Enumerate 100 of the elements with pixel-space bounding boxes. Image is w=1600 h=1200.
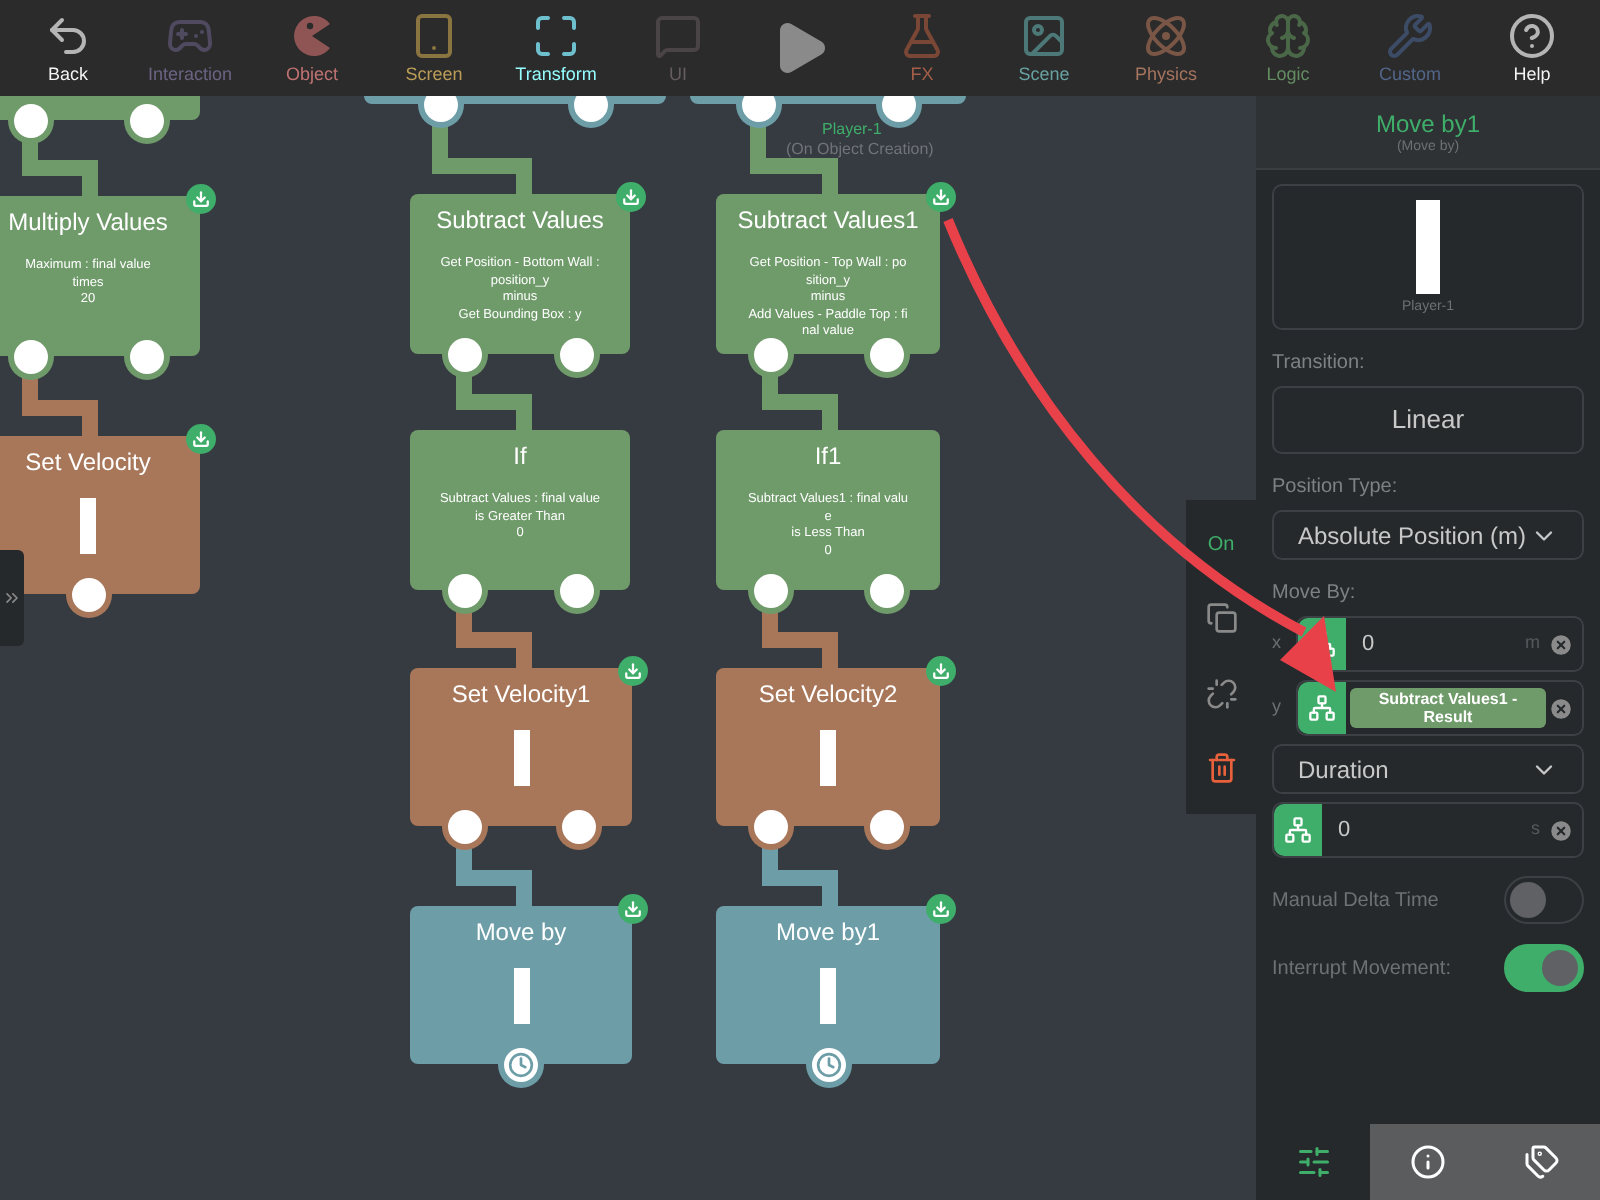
toolbar-button[interactable]: Physics [1106,0,1226,96]
clear-icon[interactable] [1548,817,1574,843]
toolbar-button[interactable]: Interaction [130,0,250,96]
toolbar-button[interactable]: Logic [1228,0,1348,96]
clock-icon [815,1051,841,1077]
flask-icon [898,11,946,59]
connection-port[interactable] [129,103,163,137]
export-badge[interactable] [926,182,956,212]
node-title: Subtract Values1 [737,204,919,236]
connection-port[interactable] [423,96,457,121]
field-label: Transition: [1272,350,1367,378]
logic-node[interactable]: Set Velocity1 [410,668,632,826]
dropdown[interactable]: Absolute Position (m) [1272,510,1584,560]
axis-label: y [1272,694,1283,721]
linked-value-chip[interactable]: Subtract Values1 - Result [1350,688,1546,728]
export-badge[interactable] [618,656,648,686]
connection-port[interactable] [869,337,903,371]
download-icon [192,190,210,208]
download-icon [624,900,642,918]
node-title: Set Velocity [25,446,151,478]
connection-port[interactable] [753,809,787,843]
transition-button[interactable]: Linear [1272,386,1584,454]
sprite-thumbnail [80,498,96,554]
toolbar-button[interactable]: Custom [1350,0,1470,96]
download-icon [192,430,210,448]
toolbar-button[interactable]: Transform [496,0,616,96]
export-badge[interactable] [618,894,648,924]
node-subcaption: (On Object Creation) [786,140,934,160]
unlink-icon[interactable] [1205,677,1237,710]
panel-tab[interactable] [1485,1124,1600,1200]
brain-icon [1264,11,1312,59]
connection-port[interactable] [559,573,593,607]
connection-port[interactable] [881,96,915,121]
connection-port[interactable] [561,809,595,843]
connection-port[interactable] [869,809,903,843]
export-badge[interactable] [186,184,216,214]
logic-node[interactable]: Move by1 [716,906,940,1064]
toggle-switch[interactable] [1504,876,1584,924]
node-title: Multiply Values [8,206,168,238]
node-title: Move by1 [775,916,881,948]
field-label: Position Type: [1272,474,1400,502]
toolbar-button[interactable]: FX [862,0,982,96]
node-title: Subtract Values [436,204,604,236]
atom-icon [1142,11,1190,59]
toolbar-button[interactable]: Help [1472,0,1592,96]
clear-icon[interactable] [1548,631,1574,657]
export-badge[interactable] [926,656,956,686]
trash-icon[interactable] [1205,752,1237,785]
node-title: Set Velocity1 [451,678,591,710]
connection-port[interactable] [71,577,105,611]
panel-tab[interactable] [1370,1124,1486,1200]
toggle-label: Manual Delta Time [1272,887,1439,915]
toolbar-button[interactable]: Object [252,0,372,96]
speech-bubble-icon [654,11,702,59]
copy-icon[interactable] [1205,602,1237,635]
export-badge[interactable] [186,424,216,454]
sidebar-handle[interactable] [0,550,24,646]
connection-port[interactable] [573,96,607,121]
connection-port[interactable] [741,96,775,121]
clear-icon[interactable] [1548,695,1574,721]
logic-node[interactable]: Set Velocity [0,436,200,594]
connection-port[interactable] [869,573,903,607]
connection-port[interactable] [13,339,47,373]
value-text: 0 [1338,815,1351,846]
connection-port[interactable] [129,339,163,373]
connection-port[interactable] [559,337,593,371]
connection-port[interactable] [753,337,787,371]
chevron-icon [2,588,22,608]
toolbar-button[interactable]: Back [8,0,128,96]
logic-node[interactable]: Set Velocity2 [716,668,940,826]
download-icon [624,662,642,680]
timer-port[interactable] [504,1047,538,1081]
value-field[interactable]: Subtract Values1 - Result [1296,680,1584,736]
toolbar-button[interactable]: UI [618,0,738,96]
connection-port[interactable] [447,573,481,607]
hierarchy-icon [1284,816,1312,844]
sprite-thumbnail [513,730,529,786]
connection-port[interactable] [447,809,481,843]
help-icon [1508,11,1556,59]
connection-port[interactable] [753,573,787,607]
image-icon [1020,11,1068,59]
toolbar-button[interactable]: Scene [984,0,1104,96]
info-icon [1409,1144,1446,1180]
export-badge[interactable] [616,182,646,212]
logic-node[interactable]: Move by [410,906,632,1064]
toolbar-button[interactable]: Screen [374,0,494,96]
dropdown[interactable]: Duration [1272,744,1584,794]
toggle-switch[interactable] [1504,944,1584,992]
connection-port[interactable] [13,103,47,137]
node-title: Set Velocity2 [758,678,898,710]
connection-port[interactable] [447,337,481,371]
axis-label: x [1272,630,1283,657]
sprite-thumbnail [820,730,836,786]
toggle-button[interactable]: On [1207,529,1235,560]
value-text: 0 [1362,629,1375,660]
sliders-icon [1295,1144,1332,1180]
timer-port[interactable] [811,1047,845,1081]
node-caption: Player-1 [822,120,882,140]
export-badge[interactable] [926,894,956,924]
download-icon [622,188,640,206]
